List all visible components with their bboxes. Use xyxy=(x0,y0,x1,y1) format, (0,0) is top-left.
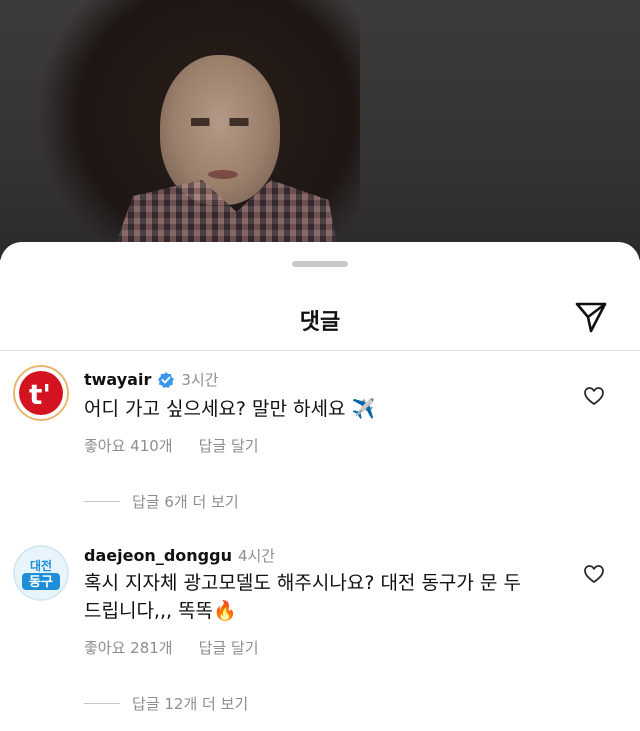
comment-time: 3시간 xyxy=(181,371,219,389)
comment-meta: 좋아요 410개 답글 달기 xyxy=(84,435,259,456)
comment-username[interactable]: twayair xyxy=(84,370,151,389)
svg-text:동구: 동구 xyxy=(29,575,53,590)
photo-lips xyxy=(208,170,238,179)
comment-time: 4시간 xyxy=(237,547,276,565)
view-replies-label: 답글 12개 더 보기 xyxy=(132,695,249,713)
background-photo xyxy=(0,0,640,260)
comment-text-line-1: 혹시 지자체 광고모델도 해주시나요? 대전 동구가 문 두 xyxy=(84,572,521,594)
sheet-title: 댓글 xyxy=(299,310,341,335)
view-replies-label: 답글 6개 더 보기 xyxy=(132,493,239,511)
reply-link[interactable]: 답글 달기 xyxy=(199,435,259,456)
like-count[interactable]: 좋아요 281개 xyxy=(84,637,173,658)
comment-text: 혹시 지자체 광고모델도 해주시나요? 대전 동구가 문 두 드립니다,,, 똑… xyxy=(84,569,574,625)
sheet-grabber[interactable] xyxy=(292,261,348,267)
comment-text: 어디 가고 싶으세요? 말만 하세요 ✈️ xyxy=(84,398,376,420)
heart-icon[interactable] xyxy=(583,385,605,407)
avatar[interactable]: t' xyxy=(13,365,69,421)
svg-text:대전: 대전 xyxy=(30,558,52,573)
view-replies-button[interactable]: 답글 12개 더 보기 xyxy=(84,693,248,714)
comments-sheet: 댓글 t' twayair 3시간 어디 가고 싶으세요? 말만 하세요 ✈️ … xyxy=(0,242,640,731)
replies-line xyxy=(84,501,120,502)
comment-header: twayair 3시간 xyxy=(84,369,219,390)
avatar[interactable]: 대전 동구 xyxy=(13,545,69,601)
sheet-divider xyxy=(0,350,640,351)
comment-text-line-2: 드립니다,,, 똑똑🔥 xyxy=(84,600,237,622)
heart-icon[interactable] xyxy=(583,563,605,585)
donggu-logo: 대전 동구 xyxy=(13,545,69,601)
reply-link[interactable]: 답글 달기 xyxy=(199,637,259,658)
share-button[interactable] xyxy=(572,298,610,336)
svg-text:t': t' xyxy=(29,378,51,411)
verified-badge-icon xyxy=(157,371,175,389)
tway-logo: t' xyxy=(13,365,69,421)
like-count[interactable]: 좋아요 410개 xyxy=(84,435,173,456)
photo-face xyxy=(160,55,280,205)
photo-eyes xyxy=(185,118,257,126)
view-replies-button[interactable]: 답글 6개 더 보기 xyxy=(84,491,239,512)
comment-header: daejeon_donggu 4시간 xyxy=(84,545,275,566)
comment-meta: 좋아요 281개 답글 달기 xyxy=(84,637,259,658)
replies-line xyxy=(84,703,120,704)
comment-username[interactable]: daejeon_donggu xyxy=(84,546,232,565)
paper-plane-icon xyxy=(575,302,607,333)
